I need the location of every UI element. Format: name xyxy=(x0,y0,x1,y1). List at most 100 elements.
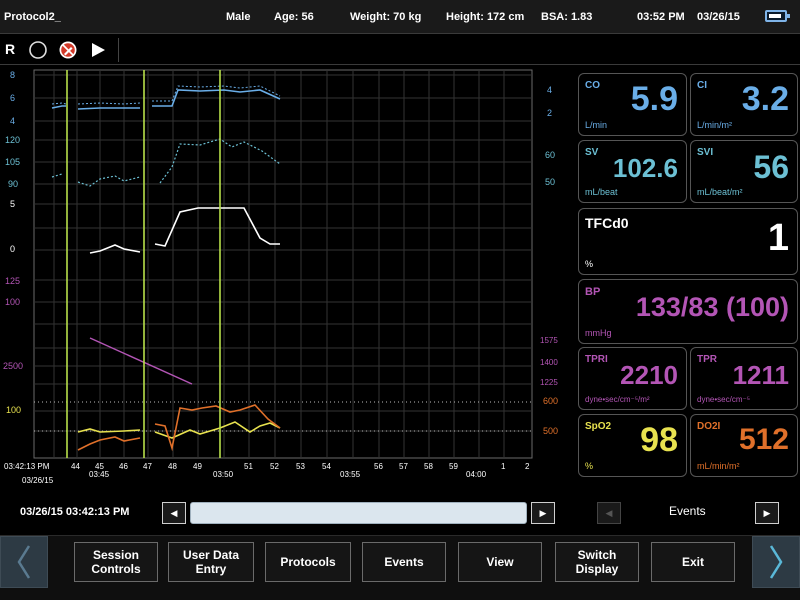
x-axis-tick: 04:00 xyxy=(466,470,487,479)
timeline-scrollbar[interactable] xyxy=(190,502,527,524)
x-axis-tick: 03:50 xyxy=(213,470,234,479)
view-button[interactable]: View xyxy=(458,542,542,582)
timeline-prev-button[interactable]: ◀ xyxy=(162,502,186,524)
tfc-axis-tick: 0 xyxy=(10,244,16,254)
timeline-timestamp: 03/26/15 03:42:13 PM xyxy=(20,506,130,518)
events-button[interactable]: Events xyxy=(362,542,446,582)
events-label: Events xyxy=(669,504,706,518)
tpri-value: 2210 xyxy=(620,360,678,390)
user-data-entry-button[interactable]: User Data Entry xyxy=(168,542,254,582)
bp-label: BP xyxy=(585,286,601,298)
patient-sex: Male xyxy=(226,11,251,23)
x-axis-tick: 2 xyxy=(525,462,530,471)
ci-unit: L/min/m² xyxy=(697,120,733,130)
events-prev-button[interactable]: ◀ xyxy=(597,502,621,524)
x-axis-tick: 49 xyxy=(193,462,202,471)
no-pen-icon[interactable] xyxy=(58,40,78,60)
ci-axis-tick: 2 xyxy=(547,108,553,118)
tpri-label: TPRI xyxy=(585,354,608,365)
ci-axis-tick: 4 xyxy=(547,85,553,95)
tfc-label: TFCd0 xyxy=(585,215,629,231)
x-axis-tick: 57 xyxy=(399,462,408,471)
x-axis-tick: 03:42:13 PM xyxy=(4,462,50,471)
sv-value: 102.6 xyxy=(612,153,678,183)
chevron-right-icon xyxy=(769,545,783,579)
divider xyxy=(118,38,119,62)
play-icon[interactable] xyxy=(88,40,108,60)
tpr-value: 1211 xyxy=(732,360,789,390)
x-axis-tick: 59 xyxy=(449,462,458,471)
tfc-panel[interactable]: TFCd0 1 % xyxy=(578,208,798,275)
chevron-left-icon xyxy=(17,545,31,579)
ci-panel[interactable]: CI 3.2 L/min/m² xyxy=(690,73,798,136)
co-axis-tick: 8 xyxy=(10,70,16,80)
timeline-next-button[interactable]: ▶ xyxy=(531,502,555,524)
session-controls-button[interactable]: Session Controls xyxy=(74,542,158,582)
x-axis-tick: 53 xyxy=(296,462,305,471)
tfc-value: 1 xyxy=(767,217,789,259)
bp-value: 133/83 (100) xyxy=(635,292,789,322)
protocol-name: Protocol2_ xyxy=(4,11,61,23)
timeline-row: 03/26/15 03:42:13 PM ◀ ▶ ◀ Events ▶ xyxy=(0,494,800,534)
tpri-panel[interactable]: TPRI 2210 dyne•sec/cm⁻⁵/m² xyxy=(578,347,687,410)
sv-axis-tick: 105 xyxy=(5,157,21,167)
clock-date: 03/26/15 xyxy=(697,11,740,23)
tfc-unit: % xyxy=(585,259,594,269)
sv-label: SV xyxy=(585,147,599,158)
sv-axis-tick: 90 xyxy=(8,179,19,189)
x-axis-tick: 54 xyxy=(322,462,331,471)
sv-unit: mL/beat xyxy=(585,187,618,197)
protocols-button[interactable]: Protocols xyxy=(265,542,351,582)
nav-next-arrow[interactable] xyxy=(752,536,800,588)
tpr-panel[interactable]: TPR 1211 dyne•sec/cm⁻⁵ xyxy=(690,347,798,410)
x-axis-tick: 51 xyxy=(244,462,253,471)
co-axis-tick: 4 xyxy=(10,116,16,126)
tpri-axis-tick: 1400 xyxy=(540,358,558,367)
x-axis-tick: 58 xyxy=(424,462,433,471)
do2i-unit: mL/min/m² xyxy=(697,461,740,471)
sv-axis-tick: 120 xyxy=(5,135,21,145)
bp-panel[interactable]: BP 133/83 (100) mmHg xyxy=(578,279,798,344)
spo2-axis-tick: 100 xyxy=(6,405,22,415)
bottom-nav: Session Controls User Data Entry Protoco… xyxy=(0,535,800,600)
nav-prev-arrow[interactable] xyxy=(0,536,48,588)
ci-value: 3.2 xyxy=(741,80,789,118)
spo2-unit: % xyxy=(585,461,594,471)
co-value: 5.9 xyxy=(630,80,678,118)
do2i-axis-tick: 600 xyxy=(543,396,559,406)
battery-icon xyxy=(765,10,790,22)
events-next-button[interactable]: ▶ xyxy=(755,502,779,524)
svi-label: SVI xyxy=(697,147,714,158)
clock-time: 03:52 PM xyxy=(637,11,685,23)
trend-graph[interactable]: 8 6 4 120 105 90 5 0 125 100 2500 100 4 … xyxy=(0,66,575,494)
svi-panel[interactable]: SVI 56 mL/beat/m² xyxy=(690,140,798,203)
tpr-axis-tick: 2500 xyxy=(3,361,24,371)
co-axis-tick: 6 xyxy=(10,93,16,103)
record-circle-icon[interactable] xyxy=(28,40,48,60)
svi-axis-tick: 60 xyxy=(545,150,556,160)
x-axis-tick: 47 xyxy=(143,462,152,471)
bp-unit: mmHg xyxy=(585,328,612,338)
co-unit: L/min xyxy=(585,120,608,130)
x-axis-tick: 56 xyxy=(374,462,383,471)
spo2-panel[interactable]: SpO2 98 % xyxy=(578,414,687,477)
spo2-value: 98 xyxy=(640,421,678,459)
tpri-axis-tick: 1225 xyxy=(540,378,558,387)
r-indicator[interactable]: R xyxy=(5,41,15,57)
patient-weight: Weight: 70 kg xyxy=(350,11,422,23)
x-axis-tick: 1 xyxy=(501,462,506,471)
status-header: Protocol2_ Male Age: 56 Weight: 70 kg He… xyxy=(0,0,800,34)
control-row: R xyxy=(0,35,800,65)
x-axis-tick: 46 xyxy=(119,462,128,471)
exit-button[interactable]: Exit xyxy=(651,542,735,582)
co-panel[interactable]: CO 5.9 L/min xyxy=(578,73,687,136)
sv-panel[interactable]: SV 102.6 mL/beat xyxy=(578,140,687,203)
switch-display-button[interactable]: Switch Display xyxy=(555,542,639,582)
tpri-axis-tick: 1575 xyxy=(540,336,558,345)
x-axis-tick: 52 xyxy=(270,462,279,471)
x-axis-tick: 48 xyxy=(168,462,177,471)
x-axis-sub-tick: 03:45 xyxy=(89,470,110,479)
tpri-unit: dyne•sec/cm⁻⁵/m² xyxy=(585,395,650,404)
do2i-panel[interactable]: DO2I 512 mL/min/m² xyxy=(690,414,798,477)
patient-bsa: BSA: 1.83 xyxy=(541,11,593,23)
